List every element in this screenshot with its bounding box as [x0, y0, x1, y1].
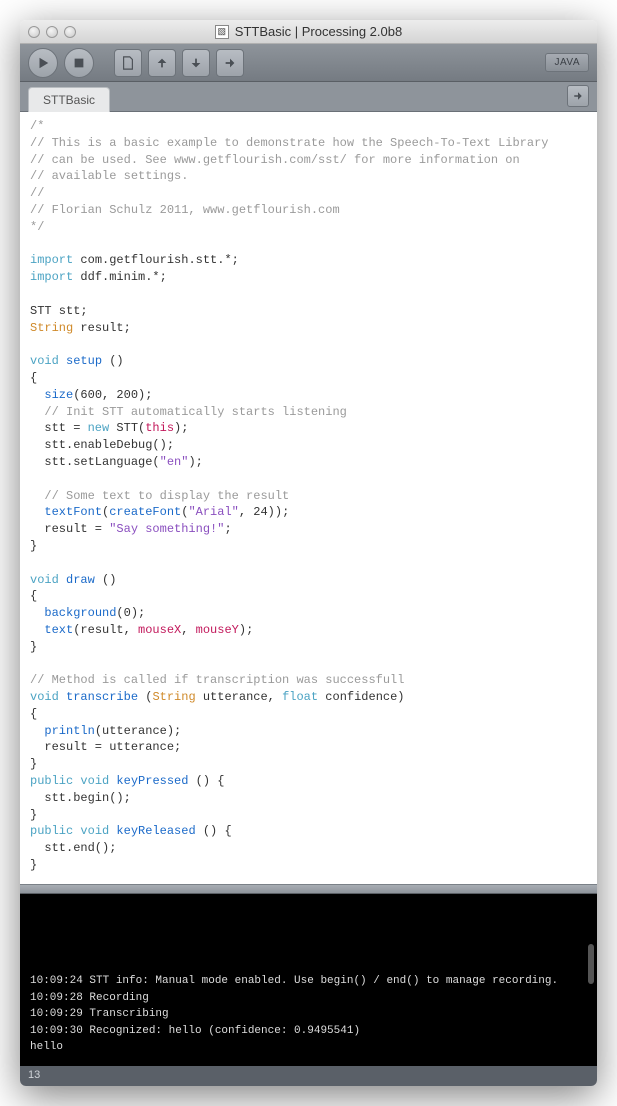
code-line[interactable]: public void keyReleased () {: [30, 823, 587, 840]
document-icon: [121, 56, 135, 70]
sketch-icon: ▧: [215, 25, 229, 39]
code-line[interactable]: // This is a basic example to demonstrat…: [30, 135, 587, 152]
code-line[interactable]: stt.setLanguage("en");: [30, 454, 587, 471]
code-line[interactable]: textFont(createFont("Arial", 24));: [30, 504, 587, 521]
window-title: STTBasic | Processing 2.0b8: [235, 24, 402, 39]
code-line[interactable]: {: [30, 370, 587, 387]
code-line[interactable]: }: [30, 807, 587, 824]
console-line: 10:09:30 Recognized: hello (confidence: …: [30, 1023, 587, 1040]
code-line[interactable]: }: [30, 639, 587, 656]
code-line[interactable]: [30, 236, 587, 253]
code-line[interactable]: void setup (): [30, 353, 587, 370]
code-line[interactable]: {: [30, 588, 587, 605]
code-line[interactable]: void transcribe (String utterance, float…: [30, 689, 587, 706]
code-line[interactable]: // Florian Schulz 2011, www.getflourish.…: [30, 202, 587, 219]
stop-icon: [72, 56, 86, 70]
code-line[interactable]: }: [30, 756, 587, 773]
tab-sttbasic[interactable]: STTBasic: [28, 87, 110, 112]
code-line[interactable]: public void keyPressed () {: [30, 773, 587, 790]
code-line[interactable]: result = "Say something!";: [30, 521, 587, 538]
code-line[interactable]: STT stt;: [30, 303, 587, 320]
mode-selector[interactable]: JAVA: [545, 53, 589, 72]
code-line[interactable]: stt.enableDebug();: [30, 437, 587, 454]
code-line[interactable]: stt.begin();: [30, 790, 587, 807]
code-line[interactable]: // Method is called if transcription was…: [30, 672, 587, 689]
code-line[interactable]: import com.getflourish.stt.*;: [30, 252, 587, 269]
code-line[interactable]: // available settings.: [30, 168, 587, 185]
traffic-lights: [28, 26, 76, 38]
zoom-window-icon[interactable]: [64, 26, 76, 38]
toolbar: JAVA: [20, 44, 597, 82]
play-icon: [36, 56, 50, 70]
tab-strip: STTBasic: [20, 82, 597, 112]
new-button[interactable]: [114, 49, 142, 77]
arrow-up-icon: [155, 56, 169, 70]
console-line: 10:09:24 STT info: Manual mode enabled. …: [30, 973, 587, 990]
console-line: 10:09:29 Transcribing: [30, 1006, 587, 1023]
code-line[interactable]: /*: [30, 118, 587, 135]
arrow-down-icon: [189, 56, 203, 70]
code-line[interactable]: text(result, mouseX, mouseY);: [30, 622, 587, 639]
code-line[interactable]: import ddf.minim.*;: [30, 269, 587, 286]
code-line[interactable]: {: [30, 706, 587, 723]
titlebar[interactable]: ▧ STTBasic | Processing 2.0b8: [20, 20, 597, 44]
export-button[interactable]: [216, 49, 244, 77]
stop-button[interactable]: [64, 48, 94, 78]
console-line: hello: [30, 1039, 587, 1056]
code-line[interactable]: }: [30, 857, 587, 874]
scrollbar-thumb[interactable]: [588, 944, 594, 984]
arrow-right-icon: [572, 90, 584, 102]
code-line[interactable]: String result;: [30, 320, 587, 337]
close-window-icon[interactable]: [28, 26, 40, 38]
line-number: 13: [28, 1069, 40, 1081]
code-editor[interactable]: /*// This is a basic example to demonstr…: [20, 112, 597, 884]
arrow-right-icon: [223, 56, 237, 70]
console-output[interactable]: 10:09:24 STT info: Manual mode enabled. …: [20, 894, 597, 1066]
code-line[interactable]: result = utterance;: [30, 739, 587, 756]
console-line: 10:09:28 Recording: [30, 990, 587, 1007]
code-line[interactable]: println(utterance);: [30, 723, 587, 740]
code-line[interactable]: size(600, 200);: [30, 387, 587, 404]
code-line[interactable]: */: [30, 219, 587, 236]
open-button[interactable]: [148, 49, 176, 77]
save-button[interactable]: [182, 49, 210, 77]
code-line[interactable]: [30, 286, 587, 303]
code-line[interactable]: //: [30, 185, 587, 202]
code-line[interactable]: // can be used. See www.getflourish.com/…: [30, 152, 587, 169]
code-line[interactable]: // Some text to display the result: [30, 488, 587, 505]
code-line[interactable]: stt = new STT(this);: [30, 420, 587, 437]
code-line[interactable]: [30, 336, 587, 353]
code-line[interactable]: // Init STT automatically starts listeni…: [30, 404, 587, 421]
pane-divider[interactable]: [20, 884, 597, 894]
code-line[interactable]: stt.end();: [30, 840, 587, 857]
code-line[interactable]: [30, 555, 587, 572]
status-bar: 13: [20, 1066, 597, 1086]
code-line[interactable]: [30, 471, 587, 488]
code-line[interactable]: void draw (): [30, 572, 587, 589]
code-line[interactable]: background(0);: [30, 605, 587, 622]
tab-menu-button[interactable]: [567, 85, 589, 107]
code-line[interactable]: [30, 656, 587, 673]
minimize-window-icon[interactable]: [46, 26, 58, 38]
processing-window: ▧ STTBasic | Processing 2.0b8 JAVA STTBa…: [20, 20, 597, 1086]
code-line[interactable]: }: [30, 538, 587, 555]
run-button[interactable]: [28, 48, 58, 78]
